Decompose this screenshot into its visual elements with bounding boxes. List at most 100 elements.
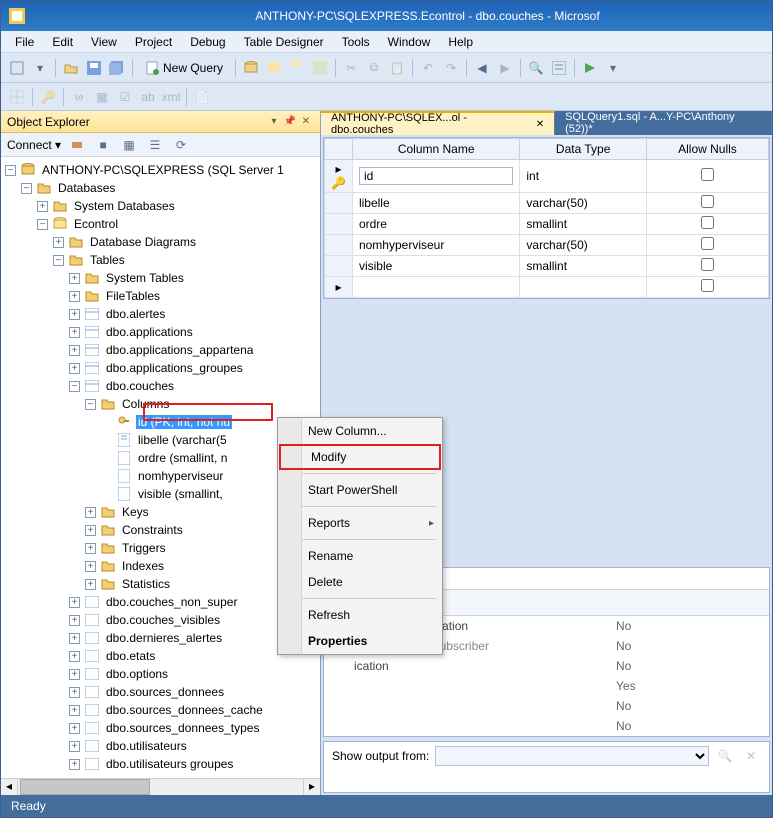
- ctx-reports[interactable]: Reports: [278, 510, 442, 536]
- menu-table-designer[interactable]: Table Designer: [236, 33, 332, 51]
- cut-icon[interactable]: ✂: [341, 58, 361, 78]
- tree-item[interactable]: dbo.couches_visibles: [104, 613, 222, 627]
- props-icon[interactable]: [549, 58, 569, 78]
- property-row[interactable]: No: [324, 696, 769, 716]
- expand-toggle[interactable]: +: [69, 669, 80, 680]
- xml-icon[interactable]: xml: [161, 87, 181, 107]
- copy-icon[interactable]: ⧉: [364, 58, 384, 78]
- property-row[interactable]: icationNo: [324, 656, 769, 676]
- tree-col-visible[interactable]: visible (smallint,: [136, 487, 225, 501]
- expand-toggle[interactable]: +: [69, 327, 80, 338]
- cell-name[interactable]: id: [359, 167, 513, 185]
- paste-icon[interactable]: 📋: [387, 58, 407, 78]
- tree-item[interactable]: dbo.sources_donnees_cache: [104, 703, 265, 717]
- table-row[interactable]: ▸🔑 id int: [325, 160, 769, 193]
- property-row[interactable]: No: [324, 716, 769, 736]
- expand-toggle[interactable]: +: [85, 507, 96, 518]
- expand-toggle[interactable]: −: [5, 165, 16, 176]
- redo-icon[interactable]: ↷: [441, 58, 461, 78]
- table-row[interactable]: ordresmallint: [325, 214, 769, 235]
- property-row[interactable]: Yes: [324, 676, 769, 696]
- tree-item[interactable]: dbo.applications: [104, 325, 195, 339]
- tab-sqlquery[interactable]: SQLQuery1.sql - A...Y-PC\Anthony (52))*: [555, 111, 772, 135]
- cell-type[interactable]: smallint: [520, 214, 647, 235]
- save-icon[interactable]: [84, 58, 104, 78]
- tree-subnode[interactable]: Keys: [120, 505, 151, 519]
- output-source-select[interactable]: [435, 746, 709, 766]
- expand-toggle[interactable]: +: [69, 615, 80, 626]
- tree-server[interactable]: ANTHONY-PC\SQLEXPRESS (SQL Server 1: [40, 163, 286, 177]
- tree-systables[interactable]: System Tables: [104, 271, 186, 285]
- new-query-button[interactable]: New Query: [138, 57, 230, 79]
- output-find-icon[interactable]: 🔍: [715, 746, 735, 766]
- tree-subnode[interactable]: Statistics: [120, 577, 172, 591]
- menu-help[interactable]: Help: [440, 33, 481, 51]
- nav-fwd-icon[interactable]: ▶: [495, 58, 515, 78]
- allow-nulls-checkbox[interactable]: [701, 237, 714, 250]
- menu-debug[interactable]: Debug: [182, 33, 233, 51]
- expand-toggle[interactable]: +: [53, 237, 64, 248]
- connect-button[interactable]: Connect ▾: [7, 138, 61, 152]
- tree-filetables[interactable]: FileTables: [104, 289, 162, 303]
- allow-nulls-checkbox[interactable]: [701, 195, 714, 208]
- cell-name[interactable]: libelle: [352, 193, 519, 214]
- ctx-powershell[interactable]: Start PowerShell: [278, 477, 442, 503]
- script-icon[interactable]: 📄: [192, 87, 212, 107]
- pin-icon[interactable]: 📌: [282, 114, 298, 130]
- ctx-refresh[interactable]: Refresh: [278, 602, 442, 628]
- expand-toggle[interactable]: +: [69, 759, 80, 770]
- output-clear-icon[interactable]: ✕: [741, 746, 761, 766]
- menu-project[interactable]: Project: [127, 33, 180, 51]
- ctx-rename[interactable]: Rename: [278, 543, 442, 569]
- expand-toggle[interactable]: +: [69, 291, 80, 302]
- key-icon[interactable]: 🔑: [38, 87, 58, 107]
- tree-sysdb[interactable]: System Databases: [72, 199, 177, 213]
- cell-type[interactable]: int: [520, 160, 647, 193]
- expand-toggle[interactable]: −: [85, 399, 96, 410]
- expand-toggle[interactable]: +: [69, 345, 80, 356]
- relations-icon[interactable]: ∞: [69, 87, 89, 107]
- tree-item[interactable]: dbo.utilisateurs groupes: [104, 757, 235, 771]
- db-icon-3[interactable]: [287, 58, 307, 78]
- tree-item[interactable]: dbo.applications_appartena: [104, 343, 255, 357]
- menu-edit[interactable]: Edit: [44, 33, 81, 51]
- cell-name[interactable]: ordre: [352, 214, 519, 235]
- db-icon-4[interactable]: [310, 58, 330, 78]
- expand-toggle[interactable]: +: [69, 723, 80, 734]
- db-icon[interactable]: [241, 58, 261, 78]
- disconnect-icon[interactable]: ■: [93, 135, 113, 155]
- horizontal-scrollbar[interactable]: ◂ ▸: [1, 778, 320, 795]
- ctx-modify[interactable]: Modify: [279, 444, 441, 470]
- expand-toggle[interactable]: +: [69, 363, 80, 374]
- ctx-new-column[interactable]: New Column...: [278, 418, 442, 444]
- nav-back-icon[interactable]: ◀: [472, 58, 492, 78]
- tree-item[interactable]: dbo.alertes: [104, 307, 167, 321]
- cell-type[interactable]: varchar(50): [520, 193, 647, 214]
- expand-toggle[interactable]: +: [69, 705, 80, 716]
- ctx-delete[interactable]: Delete: [278, 569, 442, 595]
- tree-tables[interactable]: Tables: [88, 253, 127, 267]
- col-header-nulls[interactable]: Allow Nulls: [646, 139, 768, 160]
- tree-col-nomhyp[interactable]: nomhyperviseur: [136, 469, 225, 483]
- fulltext-icon[interactable]: ab: [138, 87, 158, 107]
- tree-databases[interactable]: Databases: [56, 181, 117, 195]
- expand-toggle[interactable]: −: [53, 255, 64, 266]
- index-icon[interactable]: ▦: [92, 87, 112, 107]
- tree-item[interactable]: dbo.sources_donnees_types: [104, 721, 261, 735]
- allow-nulls-checkbox[interactable]: [701, 258, 714, 271]
- expand-toggle[interactable]: +: [69, 741, 80, 752]
- expand-toggle[interactable]: +: [85, 525, 96, 536]
- expand-toggle[interactable]: +: [69, 273, 80, 284]
- tree-item[interactable]: dbo.etats: [104, 649, 157, 663]
- close-icon[interactable]: ✕: [536, 119, 544, 130]
- allow-nulls-checkbox[interactable]: [701, 168, 714, 181]
- check-icon[interactable]: ☑: [115, 87, 135, 107]
- connect-icon[interactable]: [67, 135, 87, 155]
- cell-name[interactable]: visible: [352, 256, 519, 277]
- cell-type[interactable]: varchar(50): [520, 235, 647, 256]
- tree-item[interactable]: dbo.options: [104, 667, 170, 681]
- table-row[interactable]: visiblesmallint: [325, 256, 769, 277]
- expand-toggle[interactable]: +: [69, 309, 80, 320]
- find-icon[interactable]: 🔍: [526, 58, 546, 78]
- open-icon[interactable]: [61, 58, 81, 78]
